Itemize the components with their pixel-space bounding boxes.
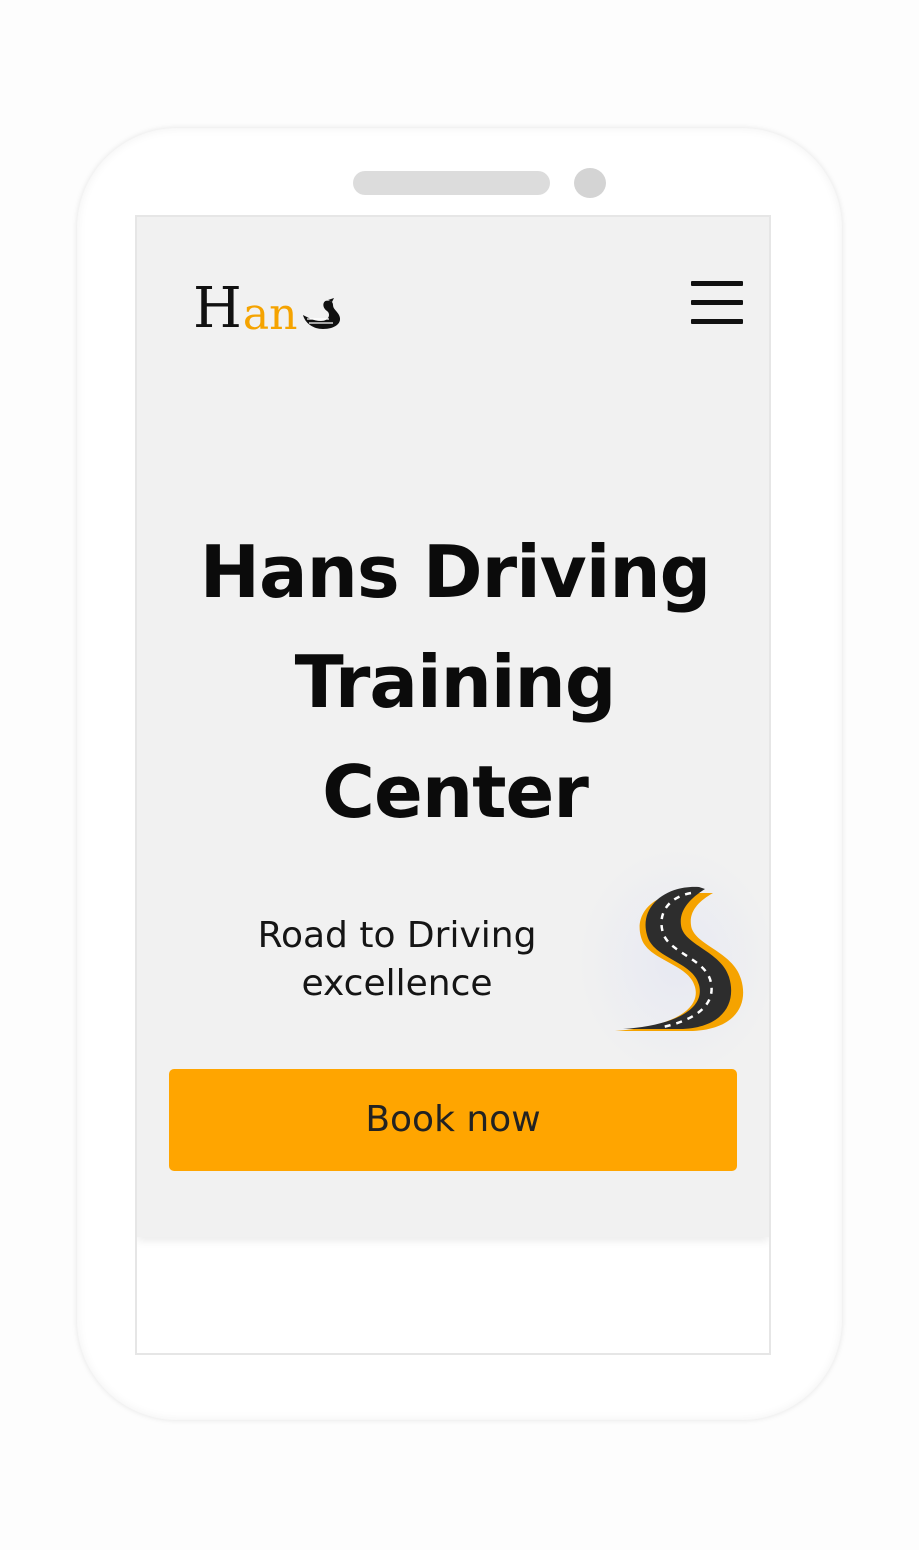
logo-rest: an bbox=[242, 289, 298, 340]
phone-camera bbox=[574, 168, 606, 198]
logo-initial: H bbox=[193, 276, 242, 341]
hero-tagline: Road to Driving excellence bbox=[257, 915, 537, 1004]
brand-logo[interactable]: H an bbox=[193, 267, 345, 337]
hero-section: H an Hans Driving Training Center Road t… bbox=[137, 217, 769, 1237]
hamburger-menu-icon[interactable] bbox=[691, 279, 743, 327]
winding-road-icon bbox=[615, 886, 744, 1031]
swan-icon bbox=[303, 298, 341, 329]
hero-title: Hans Driving Training Center bbox=[199, 530, 711, 834]
phone-speaker bbox=[353, 171, 550, 195]
phone-screen: H an Hans Driving Training Center Road t… bbox=[135, 215, 771, 1355]
book-now-button[interactable]: Book now bbox=[169, 1069, 737, 1171]
